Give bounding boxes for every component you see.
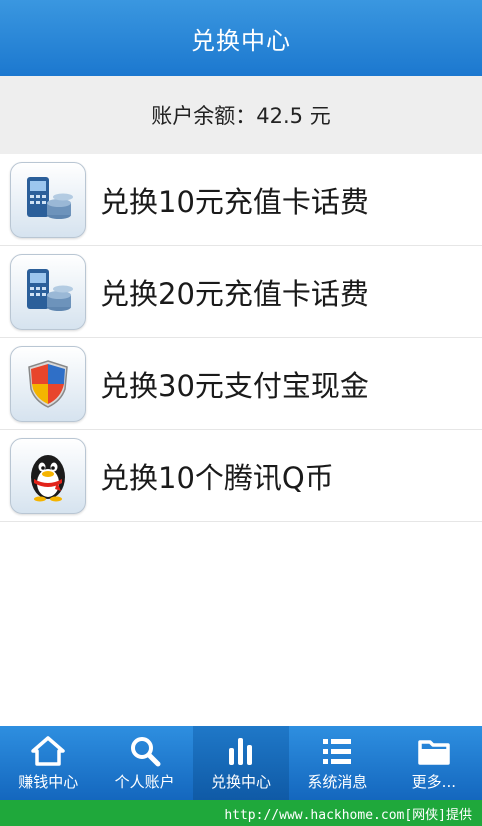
page-title: 兑换中心 (191, 26, 291, 55)
exchange-item-10-phone-credit[interactable]: 兑换10元充值卡话费 (0, 154, 482, 246)
phone-coins-icon (10, 253, 86, 330)
account-balance: 账户余额：42.5 元 (0, 76, 482, 154)
exchange-item-label: 兑换30元支付宝现金 (100, 368, 369, 403)
phone-coins-icon (10, 161, 86, 238)
penguin-icon (10, 437, 86, 514)
home-icon (31, 735, 65, 766)
exchange-item-label: 兑换10个腾讯Q币 (100, 460, 334, 495)
exchange-item-label: 兑换10元充值卡话费 (100, 184, 369, 219)
exchange-item-20-phone-credit[interactable]: 兑换20元充值卡话费 (0, 246, 482, 338)
tab-label: 赚钱中心 (18, 772, 79, 791)
exchange-item-label: 兑换20元充值卡话费 (100, 276, 369, 311)
watermark-footer: http://www.hackhome.com[网侠]提供 (0, 800, 482, 826)
search-icon (130, 736, 161, 766)
bar-chart-icon (229, 737, 253, 765)
tab-system-messages[interactable]: 系统消息 (289, 726, 385, 800)
tab-more[interactable]: 更多... (386, 726, 482, 800)
exchange-list: 兑换10元充值卡话费 兑换20元充值卡话费 兑换30元支付宝现金 兑换10个腾讯… (0, 154, 482, 522)
exchange-item-30-alipay-cash[interactable]: 兑换30元支付宝现金 (0, 338, 482, 430)
account-balance-text: 账户余额：42.5 元 (151, 104, 331, 128)
tab-label: 更多... (411, 772, 456, 791)
tab-label: 个人账户 (114, 772, 175, 791)
bottom-tab-bar: 赚钱中心 个人账户 兑换中心 系统消息 更多... (0, 726, 482, 800)
tab-label: 兑换中心 (211, 772, 272, 791)
tab-label: 系统消息 (307, 772, 368, 791)
header-bar: 兑换中心 (0, 0, 482, 76)
folder-icon (418, 739, 450, 765)
tab-exchange-center[interactable]: 兑换中心 (192, 726, 290, 800)
exchange-item-10-q-coins[interactable]: 兑换10个腾讯Q币 (0, 430, 482, 522)
tab-personal-account[interactable]: 个人账户 (96, 726, 192, 800)
tab-earn-money[interactable]: 赚钱中心 (0, 726, 96, 800)
watermark-text: http://www.hackhome.com[网侠]提供 (224, 807, 472, 823)
shield-icon (10, 345, 86, 422)
list-icon (323, 738, 352, 764)
